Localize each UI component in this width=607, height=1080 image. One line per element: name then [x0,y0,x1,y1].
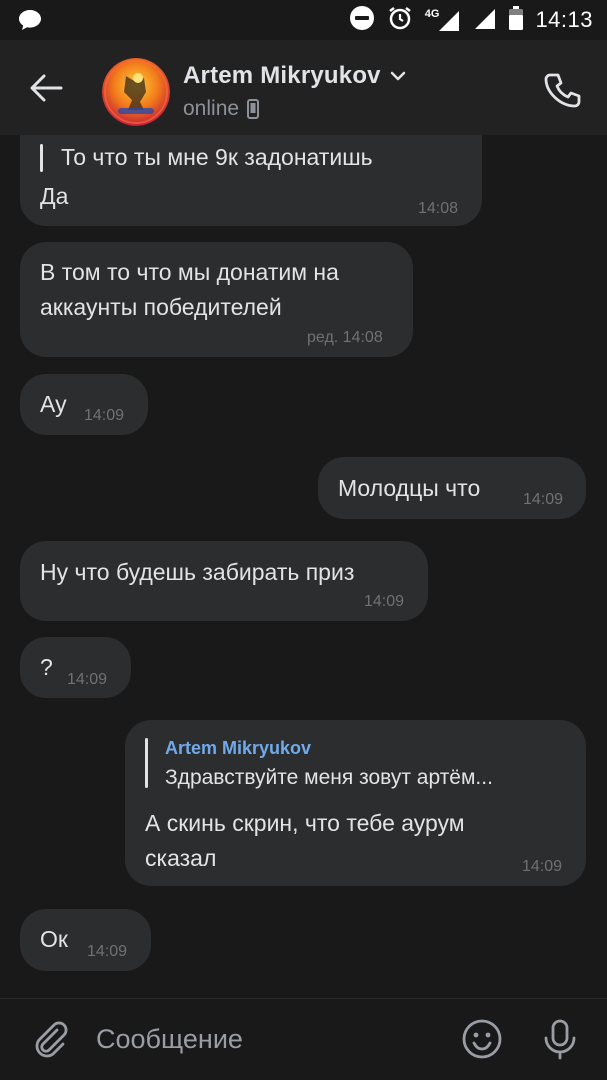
message-bubble-incoming[interactable]: ? 14:09 [20,637,131,698]
voice-message-button[interactable] [538,1017,582,1061]
message-time: 14:09 [67,671,108,688]
status-time: 14:13 [535,7,593,32]
mobile-device-icon [247,99,260,119]
message-list[interactable]: То что ты мне 9к задонатишь Да 14:08 В т… [0,135,607,1000]
message-time: 14:09 [87,943,128,960]
contact-status-row: online [183,97,260,121]
call-button[interactable] [540,68,584,112]
microphone-icon [544,1019,576,1060]
message-text: Ау [40,391,67,417]
emoji-button[interactable] [460,1017,504,1061]
message-bubble-incoming[interactable]: То что ты мне 9к задонатишь Да 14:08 [20,135,482,226]
message-text: Молодцы что [338,475,481,501]
message-text: Да [40,183,69,209]
chat-bubble-icon [18,9,42,36]
dnd-icon [349,5,375,36]
alarm-icon [387,5,413,36]
message-bubble-incoming[interactable]: Ау 14:09 [20,374,148,435]
message-text: ? [40,654,53,680]
back-button[interactable] [26,68,66,108]
message-time: 14:09 [523,491,564,508]
paperclip-icon [35,1021,68,1058]
message-text-line: сказал [145,845,217,871]
signal-icon [439,11,460,31]
avatar[interactable] [102,58,170,126]
message-text-line: А скинь скрин, что тебе аурум [145,810,465,836]
battery-icon [509,5,524,35]
message-text: Ну что будешь забирать приз [40,559,355,585]
contact-name: Artem Mikryukov [183,62,381,89]
message-time: ред. 14:08 [307,329,383,346]
message-text: Ок [40,926,68,952]
message-bubble-incoming[interactable]: Ок 14:09 [20,909,151,971]
message-bubble-incoming[interactable]: Ну что будешь забирать приз 14:09 [20,541,428,621]
arrow-left-icon [30,74,63,102]
chat-header: Artem Mikryukov online [0,40,607,135]
message-text-line: аккаунты победителей [40,294,282,320]
chevron-down-icon [390,71,405,81]
phone-icon [544,73,581,108]
reply-quote-text: То что ты мне 9к задонатишь [61,144,373,170]
message-bubble-outgoing[interactable]: Молодцы что 14:09 [318,457,586,519]
message-bubble-incoming[interactable]: В том то что мы донатим на аккаунты побе… [20,242,413,357]
reply-quote-bar [145,738,148,788]
emoji-icon [462,1019,502,1059]
reply-quote-author: Artem Mikryukov [165,738,312,758]
reply-quote-bar [40,144,43,172]
chat-screen: 4G 14:13 Artem Mikryukov online То что т… [0,0,607,1080]
contact-name-row[interactable]: Artem Mikryukov [183,62,407,90]
message-time: 14:09 [84,407,125,424]
status-icons: 4G 14:13 [349,5,593,36]
wifi-signal-icon [473,6,497,35]
message-text-line: В том то что мы донатим на [40,259,339,285]
message-time: 14:08 [418,200,459,217]
network-signal: 4G [425,8,462,32]
message-composer [0,998,607,1080]
attach-button[interactable] [28,1017,72,1061]
message-input[interactable] [96,1019,436,1059]
message-time: 14:09 [522,858,563,875]
status-bar: 4G 14:13 [0,0,607,40]
reply-quote-text: Здравствуйте меня зовут артём... [165,766,493,789]
message-bubble-outgoing[interactable]: Artem Mikryukov Здравствуйте меня зовут … [125,720,586,886]
contact-status: online [183,97,240,120]
message-time: 14:09 [364,593,405,610]
